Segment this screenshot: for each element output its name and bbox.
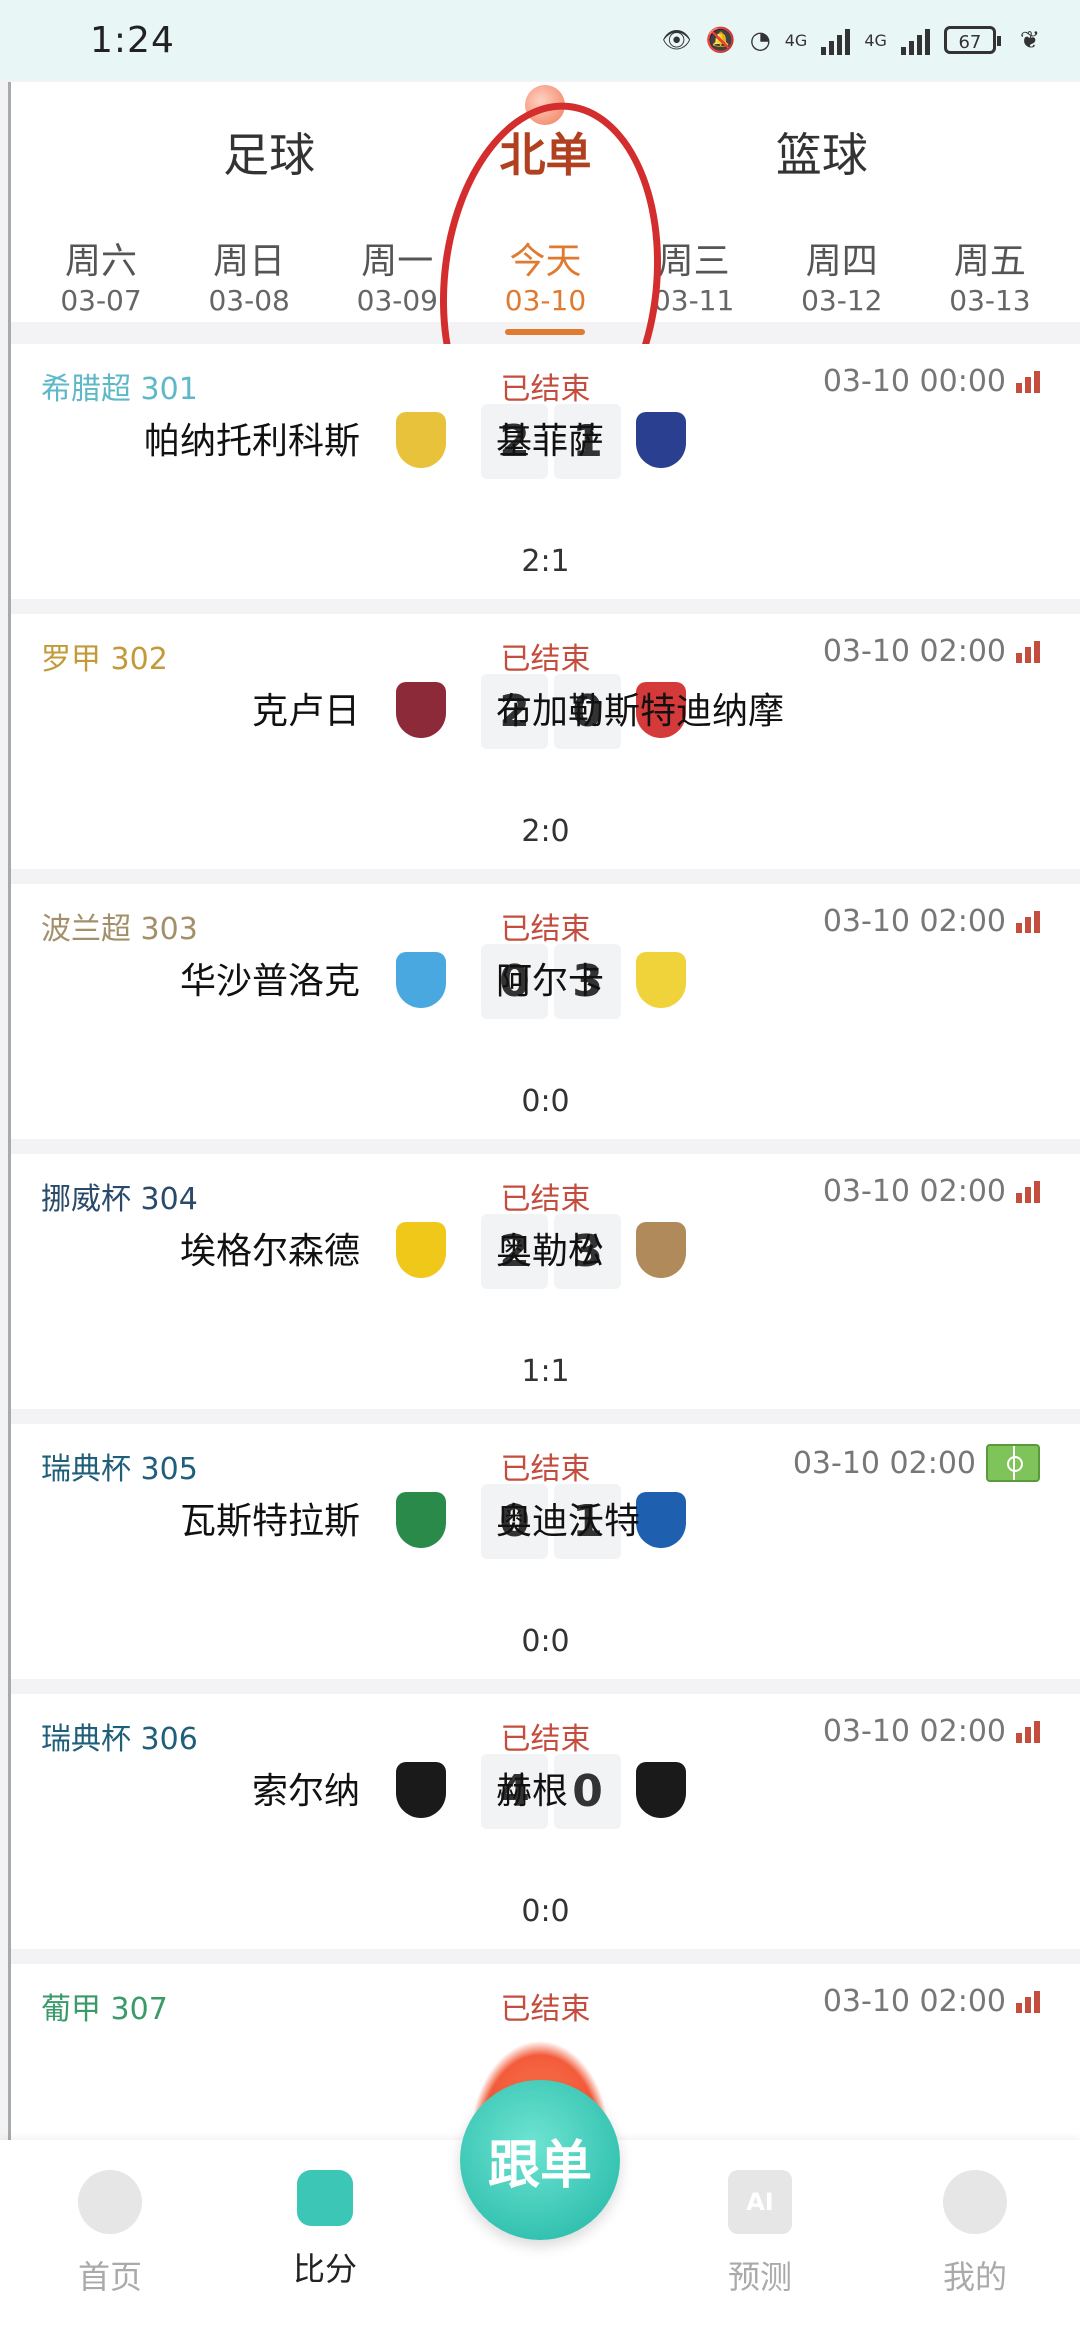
follow-bet-button[interactable]: 跟单 <box>460 2080 620 2240</box>
nav-home[interactable]: 首页 <box>40 2170 180 2298</box>
signal-icon-2 <box>900 25 930 55</box>
match-card[interactable]: 罗甲 302 已结束 03-10 02:00 克卢日 2 0 布加勒斯特迪纳摩 2:0 <box>11 614 1080 869</box>
nav-predict-label: 预测 <box>727 2258 792 2296</box>
away-team: 阿尔卡 <box>496 961 605 1002</box>
tab-football[interactable]: 足球 <box>223 119 315 185</box>
home-team: 华沙普洛克 <box>179 961 360 1002</box>
match-list: 希腊超 301 已结束 03-10 00:00 帕纳托利科斯 2 1 基菲萨 2:1 罗甲 30… <box>11 344 1080 2234</box>
home-team-logo-icon <box>396 682 446 738</box>
stats-icon[interactable] <box>1016 910 1040 933</box>
app-frame: 足球 北单 篮球 周六 03-07 周日 03-08 周一 03-09 今天 03-10… <box>8 82 1080 2340</box>
battery-icon: 67 <box>943 26 1001 54</box>
away-team: 奥勒松 <box>496 1231 605 1272</box>
half-time-score: 0:0 <box>521 1624 570 1659</box>
stats-icon[interactable] <box>1016 1720 1040 1743</box>
match-card[interactable]: 瑞典杯 305 已结束 03-10 02:00 瓦斯特拉斯 0 1 奥迪沃特 0:0 <box>11 1424 1080 1679</box>
date-weekday: 周六 <box>64 241 137 282</box>
nav-scores-label: 比分 <box>292 2250 357 2288</box>
half-time-score: 0:0 <box>521 1084 570 1119</box>
status-bar: 1:24 👁 🔕 ◔ 4G 4G 67 ❦ <box>0 0 1080 80</box>
away-team-logo-icon <box>636 1492 686 1548</box>
home-team: 瓦斯特拉斯 <box>179 1501 360 1542</box>
away-team-logo-icon <box>636 952 686 1008</box>
away-team: 布加勒斯特迪纳摩 <box>496 691 785 732</box>
stats-icon[interactable] <box>1016 1990 1040 2013</box>
ai-icon: AI <box>728 2170 792 2234</box>
nav-home-label: 首页 <box>77 2258 142 2296</box>
stats-icon[interactable] <box>1016 370 1040 393</box>
nav-profile[interactable]: 我的 <box>905 2170 1045 2298</box>
home-team-logo-icon <box>396 1492 446 1548</box>
wifi-icon: ◔ <box>749 26 771 54</box>
leaf-icon: ❦ <box>1019 26 1040 54</box>
nav-predict[interactable]: AI 预测 <box>690 2170 830 2298</box>
clock: 1:24 <box>90 19 175 61</box>
network-label-2: 4G <box>864 30 887 50</box>
match-card[interactable]: 波兰超 303 已结束 03-10 02:00 华沙普洛克 0 3 阿尔卡 0:0 <box>11 884 1080 1139</box>
home-team: 索尔纳 <box>251 1771 360 1812</box>
date-value: 03-12 <box>801 284 883 317</box>
nav-profile-label: 我的 <box>942 2258 1007 2296</box>
signal-icon <box>821 25 851 55</box>
half-time-score: 1:1 <box>521 1354 570 1389</box>
away-team-logo-icon <box>636 1222 686 1278</box>
home-team-logo-icon <box>396 952 446 1008</box>
date-weekday: 周五 <box>953 241 1026 282</box>
home-team-logo-icon <box>396 412 446 468</box>
match-time-row: 03-10 02:00 <box>823 634 1040 669</box>
home-team: 埃格尔森德 <box>179 1231 360 1272</box>
date-tab[interactable]: 周六 03-07 <box>31 222 171 322</box>
battery-level: 67 <box>958 32 982 53</box>
date-tab[interactable]: 周日 03-08 <box>179 222 319 322</box>
date-value: 03-13 <box>949 284 1031 317</box>
network-label-1: 4G <box>784 30 808 50</box>
stats-icon[interactable] <box>1016 640 1040 663</box>
half-time-score: 0:0 <box>521 1894 570 1929</box>
match-time-row: 03-10 00:00 <box>823 364 1040 399</box>
match-datetime: 03-10 02:00 <box>822 1174 1006 1209</box>
date-tab[interactable]: 周五 03-13 <box>920 222 1060 322</box>
match-card[interactable]: 希腊超 301 已结束 03-10 00:00 帕纳托利科斯 2 1 基菲萨 2:1 <box>11 344 1080 599</box>
tab-basketball[interactable]: 篮球 <box>776 119 868 185</box>
profile-icon <box>943 2170 1007 2234</box>
scores-icon <box>297 2170 353 2226</box>
match-datetime: 03-10 00:00 <box>822 364 1006 399</box>
date-weekday: 周日 <box>213 241 286 282</box>
home-team: 克卢日 <box>251 691 360 732</box>
mute-bell-icon: 🔕 <box>705 26 736 54</box>
away-team: 基菲萨 <box>496 421 605 462</box>
match-card[interactable]: 挪威杯 304 已结束 03-10 02:00 埃格尔森德 2 3 奥勒松 1:1 <box>11 1154 1080 1409</box>
eye-icon: 👁 <box>661 26 692 54</box>
match-time-row: 03-10 02:00 <box>823 1174 1040 1209</box>
date-tab[interactable]: 周四 03-12 <box>772 222 912 322</box>
stats-icon[interactable] <box>1016 1180 1040 1203</box>
away-team: 奥迪沃特 <box>496 1501 641 1542</box>
match-time-row: 03-10 02:00 <box>823 1984 1040 2019</box>
home-team-logo-icon <box>396 1762 446 1818</box>
date-value: 03-08 <box>208 284 290 317</box>
match-time-row: 03-10 02:00 <box>823 904 1040 939</box>
match-time-row: 03-10 02:00 <box>823 1714 1040 1749</box>
pitch-icon[interactable] <box>986 1444 1040 1482</box>
home-team: 帕纳托利科斯 <box>143 421 360 462</box>
away-team-logo-icon <box>636 412 686 468</box>
match-time-row: 03-10 02:00 <box>793 1444 1040 1482</box>
nav-scores[interactable]: 比分 <box>255 2170 395 2290</box>
home-ball-icon <box>78 2170 142 2234</box>
date-weekday: 周四 <box>805 241 878 282</box>
away-team-logo-icon <box>636 1762 686 1818</box>
match-datetime: 03-10 02:00 <box>822 1714 1006 1749</box>
status-icons: 👁 🔕 ◔ 4G 4G 67 ❦ <box>661 25 1040 55</box>
match-datetime: 03-10 02:00 <box>822 634 1006 669</box>
home-team-logo-icon <box>396 1222 446 1278</box>
half-time-score: 2:0 <box>521 814 570 849</box>
half-time-score: 2:1 <box>521 544 570 579</box>
away-team: 赫根 <box>496 1771 569 1812</box>
match-datetime: 03-10 02:00 <box>792 1445 976 1481</box>
date-value: 03-07 <box>60 284 142 317</box>
match-datetime: 03-10 02:00 <box>822 904 1006 939</box>
match-card[interactable]: 瑞典杯 306 已结束 03-10 02:00 索尔纳 4 0 赫根 0:0 <box>11 1694 1080 1949</box>
match-datetime: 03-10 02:00 <box>822 1984 1006 2019</box>
